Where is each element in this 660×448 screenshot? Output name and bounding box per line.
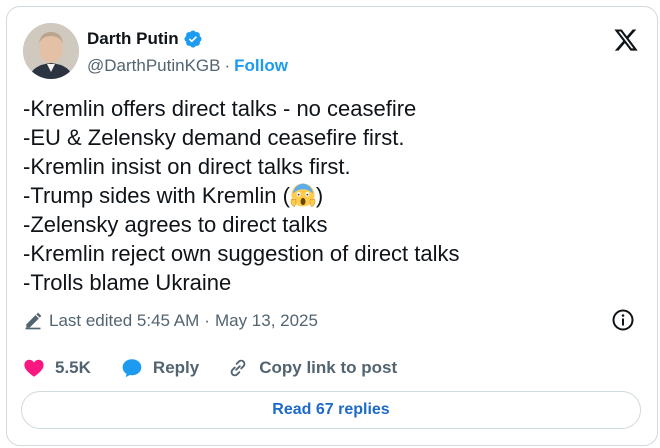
like-button[interactable]: 5.5K — [23, 357, 91, 379]
avatar[interactable] — [23, 23, 79, 79]
info-icon[interactable] — [611, 308, 635, 332]
tweet-line: -Kremlin offers direct talks - no ceasef… — [23, 96, 417, 121]
author-name-row[interactable]: Darth Putin — [87, 28, 203, 50]
read-replies-button[interactable]: Read 67 replies — [21, 391, 641, 429]
verified-badge-icon — [184, 30, 202, 48]
action-bar: 5.5K Reply Copy link to post — [23, 357, 397, 379]
post-date[interactable]: May 13, 2025 — [215, 310, 318, 332]
author-handle-row: @DarthPutinKGB · Follow — [87, 55, 288, 77]
edit-timestamp[interactable]: Last edited 5:45 AM · May 13, 2025 — [23, 310, 318, 332]
reply-button[interactable]: Reply — [121, 357, 199, 379]
like-count: 5.5K — [55, 358, 91, 377]
edited-label[interactable]: Last edited 5:45 AM — [49, 310, 199, 332]
tweet-line: -Trump sides with Kremlin ( — [23, 183, 290, 208]
x-logo-icon[interactable] — [613, 27, 639, 53]
screaming-face-emoji — [290, 183, 316, 207]
author-handle[interactable]: @DarthPutinKGB — [87, 55, 220, 77]
tweet-line: -Trolls blame Ukraine — [23, 270, 232, 295]
copy-link-label: Copy link to post — [259, 358, 398, 377]
tweet-card[interactable]: Darth Putin @DarthPutinKGB · Follow -Kre… — [6, 6, 658, 446]
heart-icon — [24, 359, 44, 377]
pencil-icon — [25, 312, 42, 330]
separator-dot: · — [204, 311, 210, 330]
tweet-line: -EU & Zelensky demand ceasefire first. — [23, 125, 405, 150]
speech-bubble-icon — [122, 359, 142, 378]
tweet-line: -Kremlin insist on direct talks first. — [23, 154, 351, 179]
author-name[interactable]: Darth Putin — [87, 28, 179, 50]
tweet-text: -Kremlin offers direct talks - no ceasef… — [23, 94, 643, 297]
copy-link-button[interactable]: Copy link to post — [227, 357, 397, 379]
tweet-line-suffix: ) — [315, 183, 324, 208]
tweet-line-with-emoji: -Trump sides with Kremlin ( ) — [23, 181, 643, 210]
follow-link[interactable]: Follow — [234, 55, 288, 77]
tweet-line: -Kremlin reject own suggestion of direct… — [23, 241, 460, 266]
tweet-line: -Zelensky agrees to direct talks — [23, 212, 328, 237]
link-icon — [230, 359, 246, 377]
reply-label: Reply — [152, 358, 200, 377]
separator-dot: · — [224, 56, 231, 75]
